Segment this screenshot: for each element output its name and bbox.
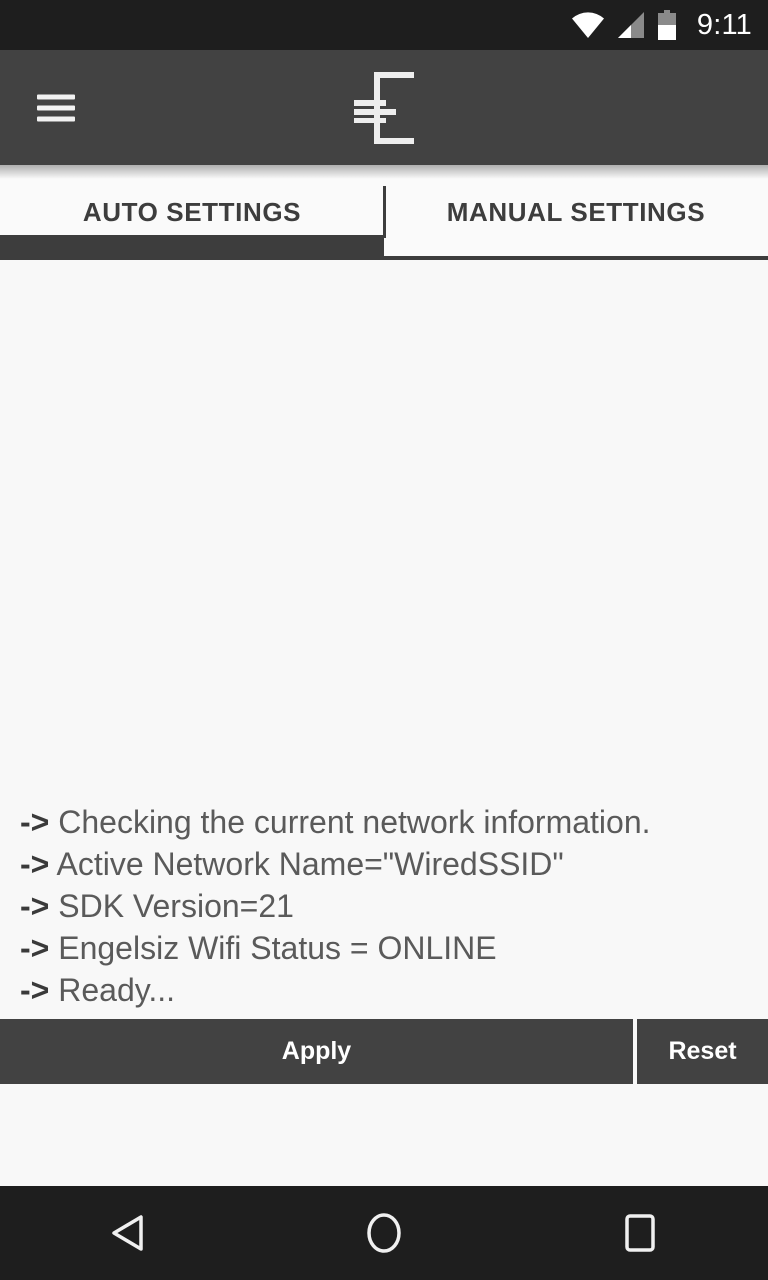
log-arrow: -> xyxy=(20,888,50,924)
nav-home-button[interactable] xyxy=(329,1186,439,1280)
hamburger-line xyxy=(37,116,75,121)
tab-manual-settings-label: MANUAL SETTINGS xyxy=(446,197,706,227)
action-button-row: Apply Reset xyxy=(0,1019,768,1084)
hamburger-menu-icon[interactable] xyxy=(37,94,75,121)
status-bar-clock: 9:11 xyxy=(696,8,752,41)
log-output: -> Checking the current network informat… xyxy=(0,801,768,1019)
tab-bar: AUTO SETTINGS MANUAL SETTINGS xyxy=(0,165,768,260)
log-line: -> Ready... xyxy=(20,969,768,1011)
log-line: -> Checking the current network informat… xyxy=(20,801,768,843)
tab-active-indicator xyxy=(0,235,384,260)
tab-divider xyxy=(383,186,386,238)
log-arrow: -> xyxy=(20,804,50,840)
log-arrow: -> xyxy=(20,972,50,1008)
back-triangle-icon xyxy=(112,1215,143,1251)
log-message: Ready... xyxy=(58,972,176,1008)
android-screen: 9:11 AUTO SETTINGS MANUAL SETTINGS -> Ch… xyxy=(0,0,768,1280)
status-bar: 9:11 xyxy=(0,0,768,50)
log-line: -> SDK Version=21 xyxy=(20,885,768,927)
cell-signal-icon xyxy=(617,12,644,38)
wifi-icon xyxy=(571,12,604,38)
log-message: Active Network Name="WiredSSID" xyxy=(56,846,564,882)
log-message: SDK Version=21 xyxy=(58,888,294,924)
nav-recents-button[interactable] xyxy=(585,1186,695,1280)
log-arrow: -> xyxy=(20,930,50,966)
content-bottom-spacer xyxy=(0,1084,768,1186)
tab-manual-settings[interactable]: MANUAL SETTINGS xyxy=(384,165,768,260)
app-bar xyxy=(0,50,768,179)
log-message: Checking the current network information… xyxy=(58,804,651,840)
app-logo-e-icon xyxy=(354,71,414,144)
android-navigation-bar xyxy=(0,1186,768,1280)
reset-button[interactable]: Reset xyxy=(637,1019,768,1084)
settings-content-area: -> Checking the current network informat… xyxy=(0,260,768,1186)
battery-icon xyxy=(657,10,676,40)
status-icons: 9:11 xyxy=(571,10,752,40)
log-line: -> Active Network Name="WiredSSID" xyxy=(20,843,768,885)
apply-button[interactable]: Apply xyxy=(0,1019,633,1084)
hamburger-line xyxy=(37,94,75,99)
hamburger-line xyxy=(37,105,75,110)
recents-square-icon xyxy=(625,1214,655,1252)
log-line: -> Engelsiz Wifi Status = ONLINE xyxy=(20,927,768,969)
nav-back-button[interactable] xyxy=(73,1186,183,1280)
home-circle-icon xyxy=(367,1213,401,1253)
tab-auto-settings-label: AUTO SETTINGS xyxy=(82,197,302,227)
log-message: Engelsiz Wifi Status = ONLINE xyxy=(58,930,497,966)
log-arrow: -> xyxy=(20,846,50,882)
